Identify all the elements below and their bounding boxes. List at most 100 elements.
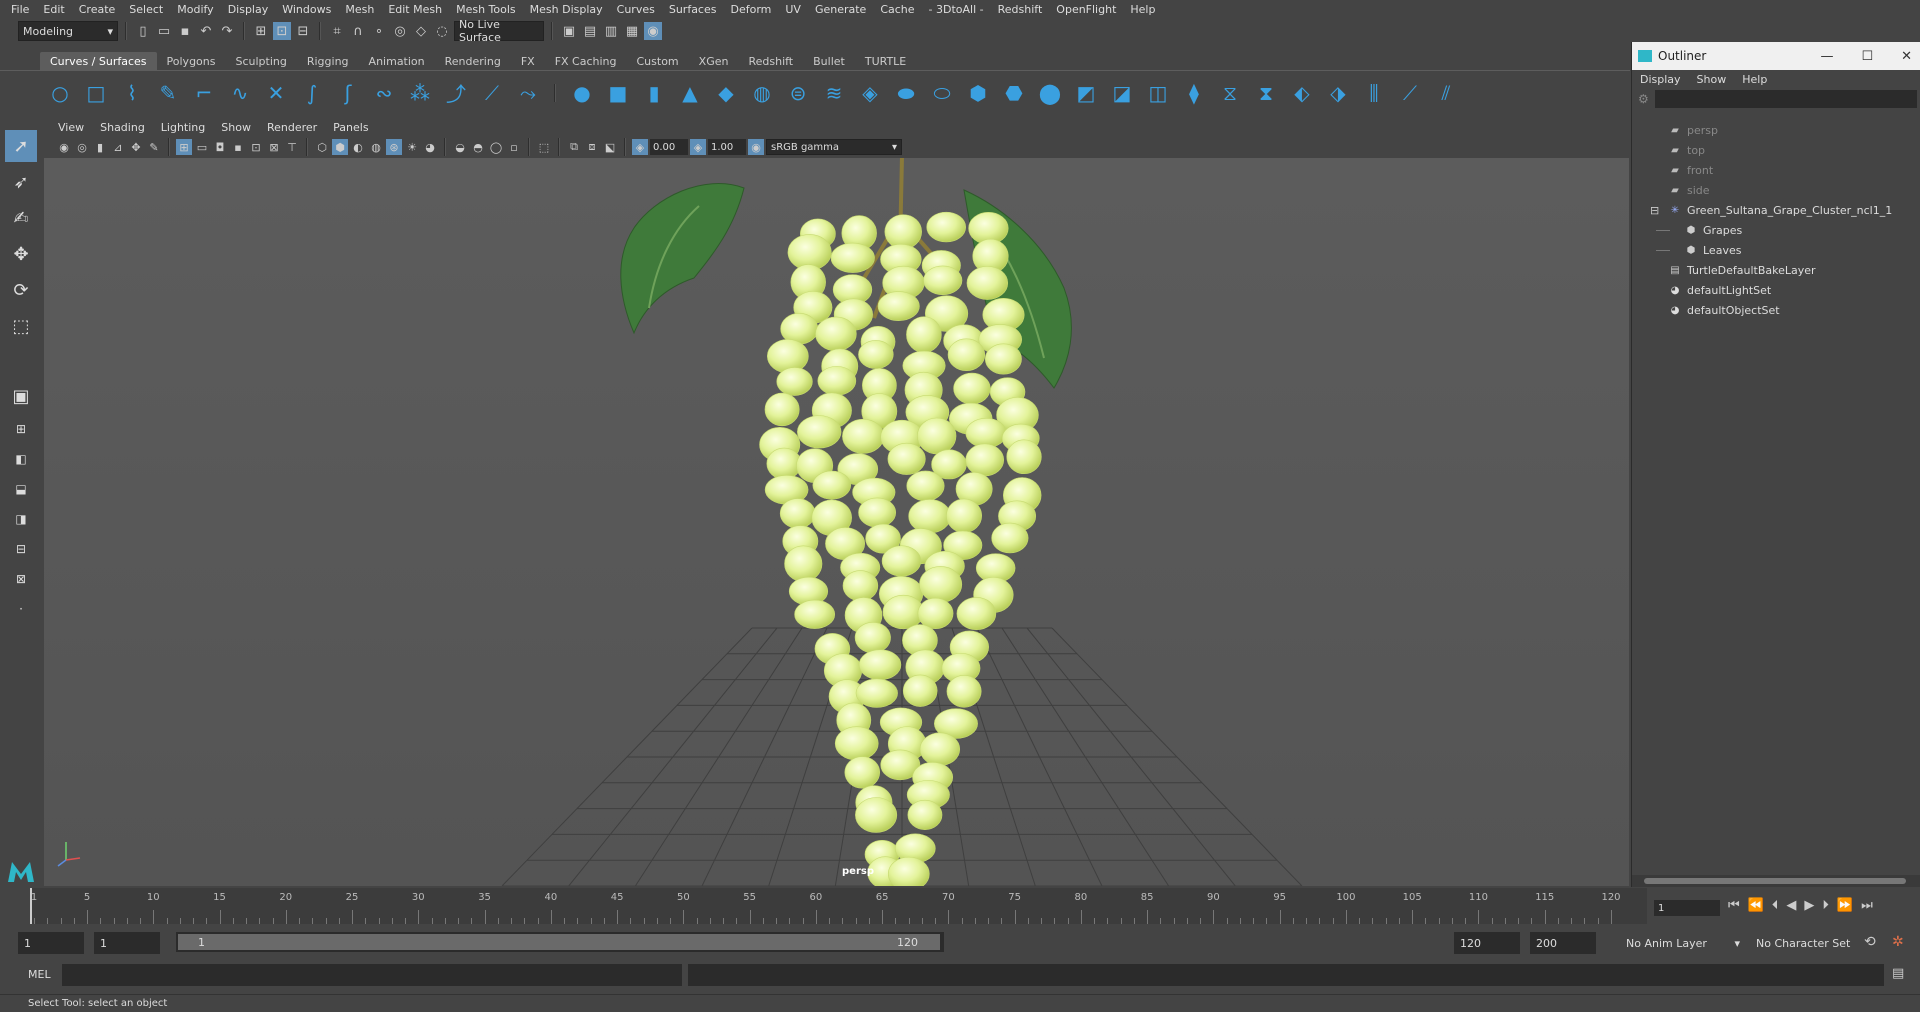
select-component-icon[interactable]: ⊟ [294,22,312,40]
playback-start-field[interactable]: 1 [94,932,160,954]
script-language-toggle[interactable]: MEL [28,968,51,981]
nurbs-torus-icon[interactable]: ◍ [748,79,776,107]
menu-deform[interactable]: Deform [723,3,778,16]
wireframe-icon[interactable]: ⬡ [314,139,330,155]
render-settings-icon[interactable]: ▥ [602,22,620,40]
camera-attr-icon[interactable]: ◎ [74,139,90,155]
cv-curve-icon[interactable]: ⌐ [190,79,218,107]
shelf-tab-animation[interactable]: Animation [359,52,435,70]
backface-culling-icon[interactable]: ⬕ [602,139,618,155]
isolate-select-icon[interactable]: ▫ [506,139,522,155]
exposure-field[interactable]: 0.00 [650,139,688,155]
menu-mesh[interactable]: Mesh [338,3,381,16]
go-to-end-icon[interactable]: ⏭ [1861,898,1873,913]
menu-cache[interactable]: Cache [873,3,921,16]
menu-modify[interactable]: Modify [170,3,220,16]
sculpt-geometry-icon[interactable]: ⟋ [1396,79,1424,107]
shadows-icon[interactable]: ☀ [404,139,420,155]
step-back-frame-icon[interactable]: ⏴ [1772,898,1779,913]
auto-key-icon[interactable]: ⟲ [1864,934,1876,950]
minimize-icon[interactable]: — [1820,49,1833,64]
nurbs-circle-icon[interactable]: ○ [46,79,74,107]
range-slider[interactable]: 1 120 [176,932,944,952]
uv-editor-layout-icon[interactable]: ⊟ [6,536,36,562]
image-plane-icon[interactable]: ⊿ [110,139,126,155]
render-frame-icon[interactable]: ▣ [560,22,578,40]
script-editor-icon[interactable]: ▤ [1892,966,1904,981]
command-input[interactable] [62,964,682,986]
scale-tool-icon[interactable]: ⬚ [5,310,37,342]
shelf-tab-turtle[interactable]: TURTLE [855,52,916,70]
revolve-icon[interactable]: ⊜ [784,79,812,107]
outliner-menu-show[interactable]: Show [1697,73,1727,86]
live-surface-field[interactable]: No Live Surface [454,18,544,44]
exposure-icon[interactable]: ◈ [632,139,648,155]
menu-redshift[interactable]: Redshift [991,3,1050,16]
smooth-shade-icon[interactable]: ⬢ [332,139,348,155]
step-forward-frame-icon[interactable]: ⏵ [1822,898,1829,913]
open-close-surface-icon[interactable]: ⬗ [1324,79,1352,107]
snap-surface-icon[interactable]: ◇ [412,22,430,40]
outliner-menu-display[interactable]: Display [1640,73,1681,86]
select-object-icon[interactable]: ⊡ [273,22,291,40]
snap-point-icon[interactable]: ∘ [370,22,388,40]
project-curve-icon[interactable]: ◩ [1072,79,1100,107]
color-space-dropdown[interactable]: sRGB gamma ▾ [766,139,902,155]
shelf-tab-rigging[interactable]: Rigging [297,52,359,70]
maximize-icon[interactable]: ☐ [1861,49,1873,64]
move-tool-icon[interactable]: ✥ [5,238,37,270]
outliner-menu-help[interactable]: Help [1742,73,1767,86]
script-editor-layout-icon[interactable]: ⊠ [6,566,36,592]
select-tool-icon[interactable]: ➚ [5,130,37,162]
textured-icon[interactable]: ◍ [368,139,384,155]
outliner-item[interactable]: ▰ front [1632,160,1920,180]
menu-select[interactable]: Select [122,3,170,16]
wireframe-on-shaded-icon[interactable]: ◐ [350,139,366,155]
outliner-item[interactable]: ▰ side [1632,180,1920,200]
menu-mesh-tools[interactable]: Mesh Tools [449,3,523,16]
menu-uv[interactable]: UV [778,3,808,16]
curve-attach-icon[interactable]: ∫ [298,79,326,107]
color-management-icon[interactable]: ◉ [748,139,764,155]
rotate-tool-icon[interactable]: ⟳ [5,274,37,306]
perspective-viewport[interactable] [44,158,1629,886]
undo-icon[interactable]: ↶ [197,22,215,40]
shelf-tab-sculpting[interactable]: Sculpting [225,52,296,70]
shelf-tab-fx[interactable]: FX [511,52,545,70]
ambient-occlusion-icon[interactable]: ◕ [422,139,438,155]
bookmark-icon[interactable]: ▮ [92,139,108,155]
xray-icon[interactable]: ⬚ [536,139,552,155]
detach-surface-icon[interactable]: ⧗ [1252,79,1280,107]
surface-fillet-icon[interactable]: ⫽ [1432,79,1460,107]
menu-windows[interactable]: Windows [275,3,338,16]
motion-blur-icon[interactable]: ◒ [452,139,468,155]
planar-icon[interactable]: ◈ [856,79,884,107]
outliner-item[interactable]: ◕ defaultObjectSet [1632,300,1920,320]
nurbs-cone-icon[interactable]: ▲ [676,79,704,107]
bezier-curve-icon[interactable]: ∿ [226,79,254,107]
character-set-dropdown[interactable]: No Character Set [1750,932,1862,954]
grid-toggle-icon[interactable]: ⊞ [176,139,192,155]
shelf-tab-custom[interactable]: Custom [627,52,689,70]
save-scene-icon[interactable]: ▪ [176,22,194,40]
menu-mesh-display[interactable]: Mesh Display [523,3,610,16]
use-lights-icon[interactable]: ⊛ [386,139,402,155]
pencil-curve-icon[interactable]: ✎ [154,79,182,107]
viewport-menu-lighting[interactable]: Lighting [153,121,213,134]
shelf-tab-xgen[interactable]: XGen [689,52,739,70]
step-forward-key-icon[interactable]: ⏩ [1837,898,1853,913]
anim-layer-dropdown[interactable]: No Anim Layer ▾ [1620,932,1744,954]
menu-generate[interactable]: Generate [808,3,873,16]
shelf-tab-polygons[interactable]: Polygons [157,52,226,70]
nurbs-sphere-icon[interactable]: ● [568,79,596,107]
paint-select-icon[interactable]: ✍ [5,202,37,234]
shelf-tab-rendering[interactable]: Rendering [435,52,511,70]
grease-pencil-icon[interactable]: ✎ [146,139,162,155]
safe-action-icon[interactable]: ⊠ [266,139,282,155]
single-view-layout-icon[interactable]: ▣ [5,380,37,412]
curve-intersect-icon[interactable]: ✕ [262,79,290,107]
ep-curve-icon[interactable]: ⌇ [118,79,146,107]
menu-surfaces[interactable]: Surfaces [662,3,724,16]
workspace-dropdown[interactable]: Modeling ▾ [18,21,118,41]
film-gate-icon[interactable]: ▭ [194,139,210,155]
